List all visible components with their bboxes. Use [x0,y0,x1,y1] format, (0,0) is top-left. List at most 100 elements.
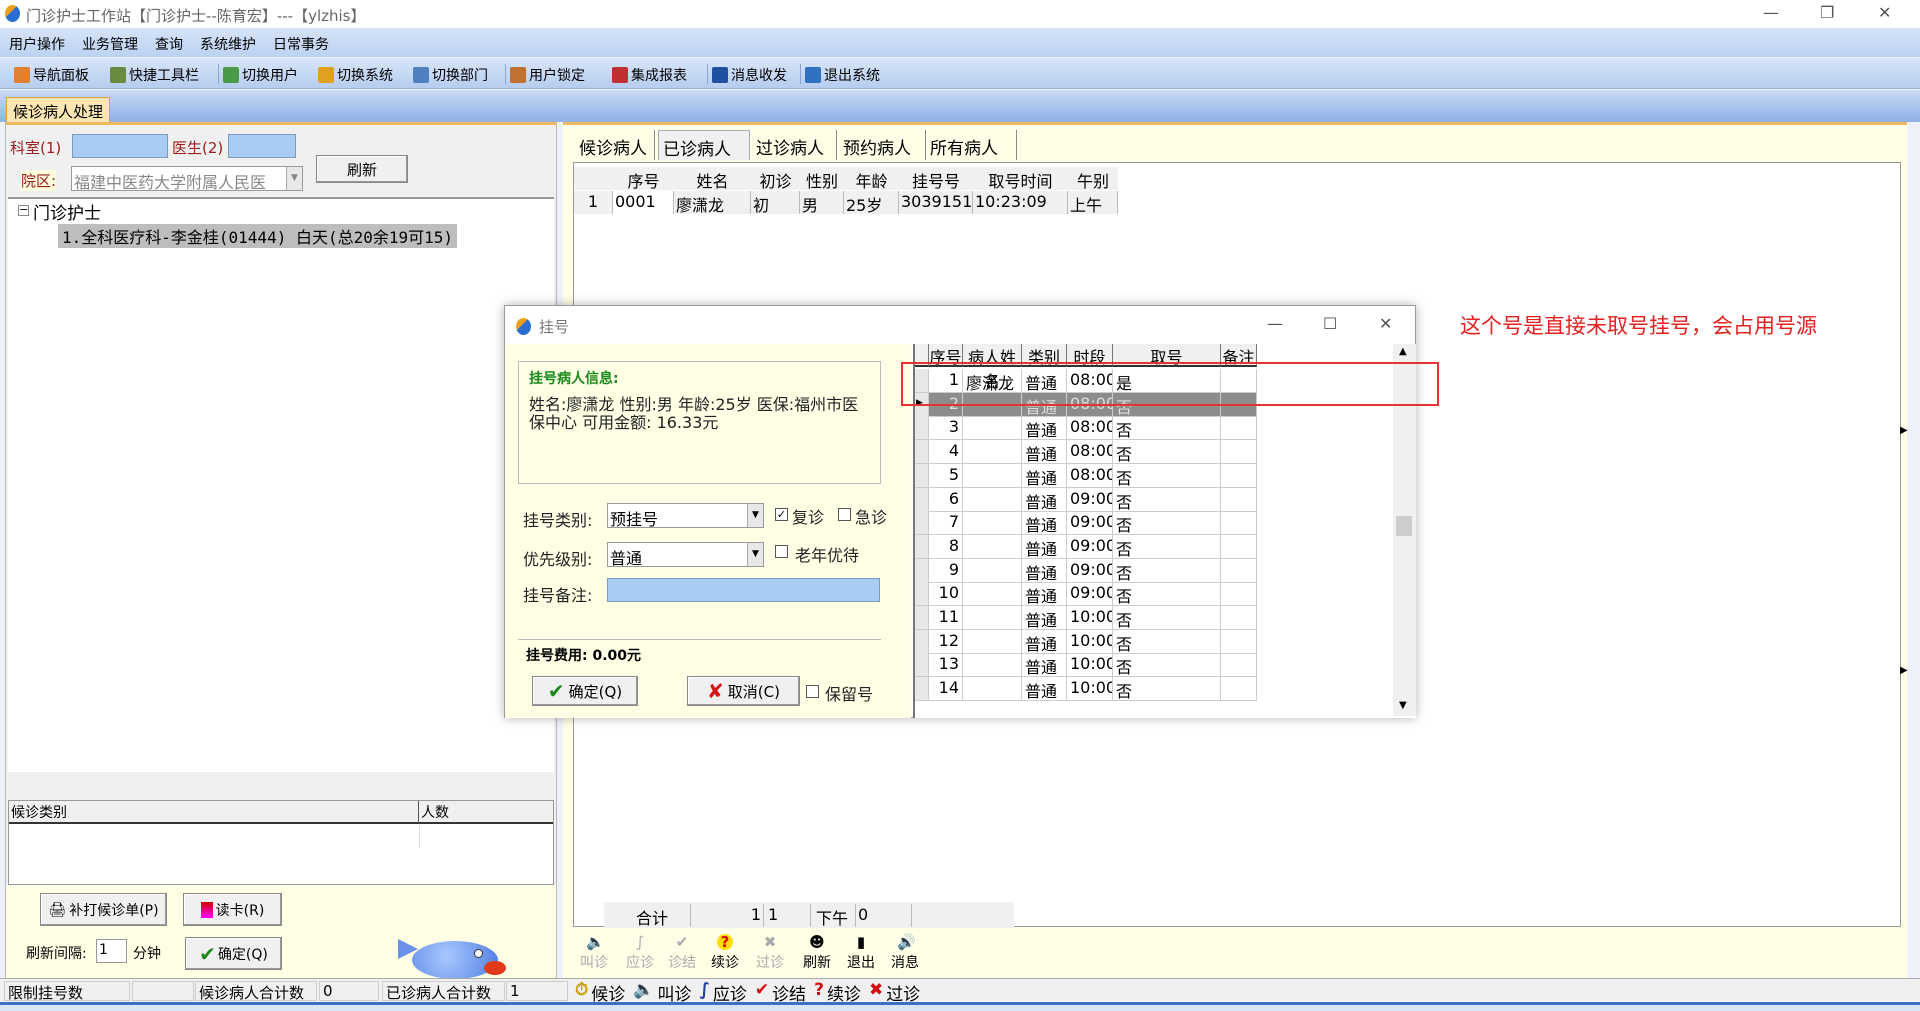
grid-header[interactable]: 挂号号 [899,167,973,190]
row-indicator[interactable] [915,416,929,441]
row-indicator[interactable] [915,653,929,678]
row-indicator[interactable] [915,677,929,702]
slot-cell[interactable] [1221,416,1257,441]
type-select[interactable]: 预挂号 ▼ [607,503,764,529]
confirm-interval-button[interactable]: ✔ 确定(Q) [185,937,282,970]
slot-cell[interactable] [963,487,1022,512]
keep-checkbox[interactable] [806,685,819,698]
slot-cell[interactable] [963,606,1022,630]
toolbar-button[interactable]: 快捷工具栏 [110,65,199,85]
slot-cell[interactable]: 否 [1113,416,1221,441]
row-indicator[interactable] [915,487,929,512]
campus-select[interactable]: 福建中医药大学附属人民医 ▼ [71,166,303,191]
reprint-button[interactable]: 🖨 补打候诊单(P) [40,893,167,926]
collapse-icon[interactable]: − [18,204,29,216]
cancel-button[interactable]: ✘ 取消(C) [687,676,800,706]
slot-cell[interactable]: 14 [929,677,963,702]
slot-cell[interactable]: 4 [929,440,963,465]
grid-cell[interactable]: 上午 [1068,191,1118,214]
row-indicator[interactable] [915,582,929,607]
grid-cell[interactable]: 1 [574,191,613,214]
tab-0[interactable]: 候诊病人 [575,130,655,160]
close-button[interactable]: ✕ [1878,3,1891,22]
row-indicator[interactable] [915,511,929,536]
toolbar-button[interactable]: 切换系统 [318,65,393,85]
tab-waiting-patient-processing[interactable]: 候诊病人处理 [6,97,111,122]
slot-cell[interactable]: 3 [929,416,963,441]
action-7[interactable]: 🔊 消息 [885,934,925,972]
slot-cell[interactable]: 否 [1113,463,1221,488]
slot-cell[interactable] [963,440,1022,465]
toolbar-button[interactable]: 消息收发 [712,65,787,85]
slot-cell[interactable]: 09:00-10:00 [1067,582,1113,607]
slot-cell[interactable]: 08:00-09:00 [1067,463,1113,488]
slot-cell[interactable]: 普通 [1022,653,1067,678]
grid-header[interactable]: 姓名 [674,167,751,190]
tab-1[interactable]: 已诊病人 [658,130,750,160]
slot-cell[interactable]: 10:00-11:00 [1067,629,1113,654]
slot-cell[interactable] [1221,629,1257,654]
elderly-checkbox[interactable] [775,545,788,558]
slot-cell[interactable] [963,653,1022,678]
action-5[interactable]: ☻ 刷新 [797,934,837,972]
slot-cell[interactable]: 9 [929,558,963,583]
toolbar-button[interactable]: 集成报表 [612,65,687,85]
grid-cell[interactable]: 3039151 [899,191,973,214]
slot-cell[interactable] [963,629,1022,654]
read-card-button[interactable]: 读卡(R) [183,893,282,926]
ok-button[interactable]: ✔ 确定(Q) [532,676,638,706]
row-indicator[interactable] [915,534,929,559]
slot-cell[interactable]: 普通 [1022,416,1067,441]
toolbar-button[interactable]: 退出系统 [805,65,880,85]
slot-cell[interactable]: 普通 [1022,487,1067,512]
menu-item[interactable]: 业务管理 [73,28,146,54]
action-2[interactable]: ✔ 诊结 [662,934,702,972]
slot-cell[interactable] [1221,582,1257,607]
row-indicator[interactable] [915,440,929,465]
slot-cell[interactable] [1221,487,1257,512]
grid-header[interactable]: 序号 [613,167,674,190]
dept-input[interactable] [72,134,168,158]
emergency-checkbox[interactable] [838,508,851,521]
slot-cell[interactable]: 10:00-11:00 [1067,677,1113,702]
slot-cell[interactable]: 否 [1113,653,1221,678]
slot-cell[interactable]: 09:00-10:00 [1067,487,1113,512]
slot-cell[interactable]: 6 [929,487,963,512]
toolbar-button[interactable]: 切换用户 [223,65,298,85]
grid-cell[interactable]: 25岁 [844,191,899,214]
dialog-maximize-button[interactable]: ☐ [1323,314,1337,333]
action-4[interactable]: ✖ 过诊 [750,934,790,972]
slot-cell[interactable] [1221,558,1257,583]
row-indicator[interactable] [915,463,929,488]
slot-cell[interactable]: 12 [929,629,963,654]
slot-cell[interactable]: 08:00-09:00 [1067,416,1113,441]
scroll-thumb[interactable] [1396,516,1412,536]
menu-item[interactable]: 日常事务 [264,28,337,54]
action-6[interactable]: ▮ 退出 [841,934,881,972]
slot-cell[interactable]: 否 [1113,629,1221,654]
slot-cell[interactable]: 11 [929,606,963,630]
slot-cell[interactable]: 否 [1113,440,1221,465]
dialog-close-button[interactable]: ✕ [1379,314,1392,333]
menu-item[interactable]: 查询 [146,28,191,54]
grid-cell[interactable]: 初 [751,191,800,214]
slot-cell[interactable]: 否 [1113,558,1221,583]
slot-cell[interactable]: 10 [929,582,963,607]
slot-cell[interactable]: 09:00-10:00 [1067,534,1113,559]
action-0[interactable]: 🔈 叫诊 [574,934,614,972]
slot-cell[interactable] [1221,534,1257,559]
slot-cell[interactable] [963,534,1022,559]
slot-cell[interactable]: 普通 [1022,677,1067,702]
tree-item-clinic[interactable]: 1.全科医疗科-李金桂(01444) 白天(总20余19可15) [58,224,458,248]
slot-cell[interactable]: 否 [1113,677,1221,702]
action-3[interactable]: ? 续诊 [705,934,745,972]
slot-cell[interactable]: 09:00-10:00 [1067,511,1113,536]
slot-cell[interactable]: 普通 [1022,558,1067,583]
slot-cell[interactable]: 否 [1113,582,1221,607]
interval-input[interactable]: 1 [96,939,127,963]
doctor-input[interactable] [228,134,296,158]
tab-4[interactable]: 所有病人 [926,130,1017,160]
action-1[interactable]: ∫ 应诊 [620,934,660,972]
collapse-arrow-icon[interactable]: ▶ [1900,425,1908,436]
slot-cell[interactable]: 5 [929,463,963,488]
